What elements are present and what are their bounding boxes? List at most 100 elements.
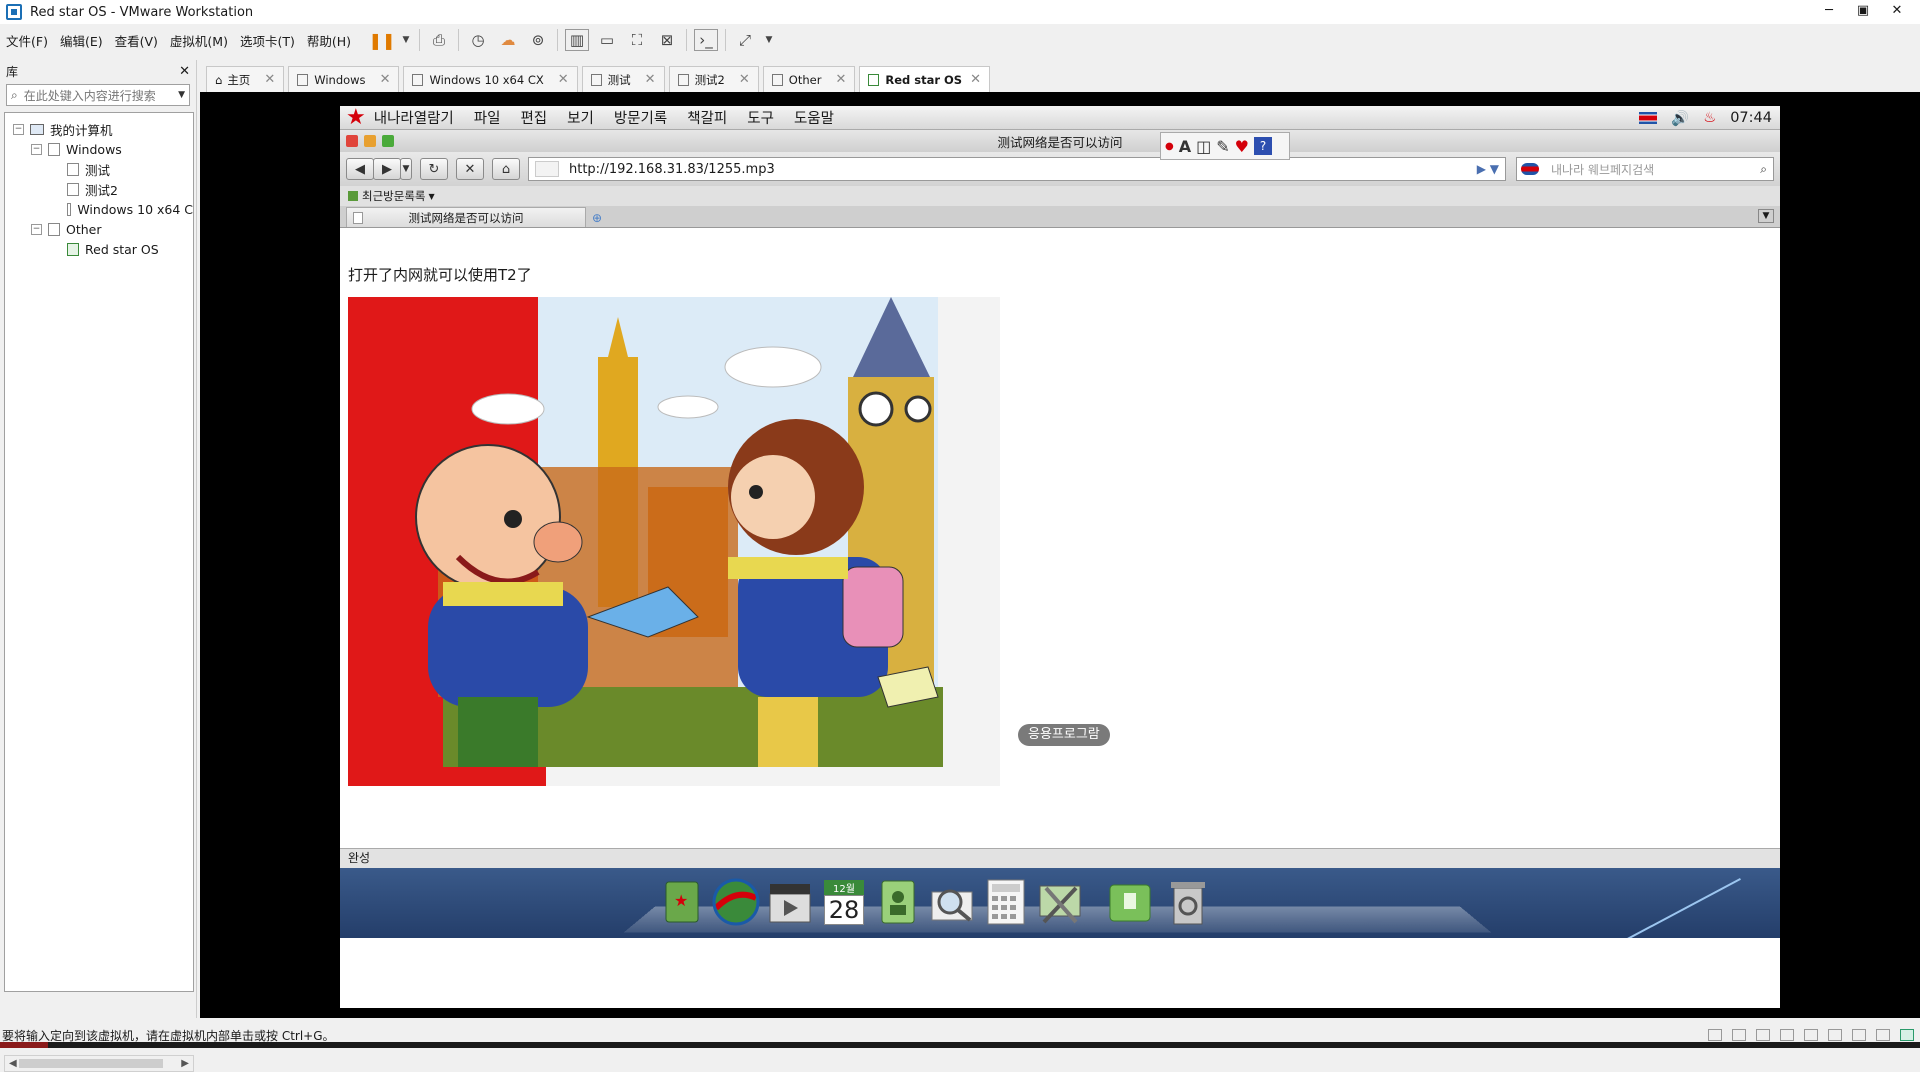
menu-tabs[interactable]: 选项卡(T): [234, 31, 301, 50]
menu-file[interactable]: 文件(F): [0, 31, 54, 50]
snapshot-manager-icon[interactable]: ⊚: [526, 29, 550, 51]
menu-vm[interactable]: 虚拟机(M): [164, 31, 234, 50]
browser-tab[interactable]: 测试网络是否可以访问: [346, 207, 586, 227]
network-adapter-icon[interactable]: [1756, 1029, 1770, 1041]
library-search-input[interactable]: ⌕ 在此处键入内容进行搜索 ▼: [6, 84, 190, 106]
guest-menu-file[interactable]: 파일: [474, 107, 501, 128]
stop-icon[interactable]: ✕: [456, 158, 484, 180]
tree-node-vm-test[interactable]: 测试: [5, 159, 193, 179]
dock-notebook-icon[interactable]: ★: [658, 876, 706, 928]
scroll-left-icon[interactable]: ◀: [9, 1058, 17, 1069]
ime-stamp-icon[interactable]: ♥: [1235, 137, 1249, 156]
ime-letter-a-icon[interactable]: A: [1179, 137, 1191, 156]
menu-view[interactable]: 查看(V): [109, 31, 164, 50]
dock-applications-icon[interactable]: [1106, 876, 1154, 928]
tab-close-icon[interactable]: ✕: [835, 72, 846, 87]
tab-close-icon[interactable]: ✕: [264, 72, 275, 87]
dock-media-player-icon[interactable]: [766, 876, 814, 928]
dock-calculator-icon[interactable]: [982, 876, 1030, 928]
guest-menu-browser[interactable]: 내나라열람기: [374, 107, 454, 128]
tab-test2[interactable]: 测试2 ✕: [668, 66, 759, 92]
guest-menu-view[interactable]: 보기: [567, 107, 594, 128]
close-icon[interactable]: ✕: [1880, 0, 1914, 24]
tab-close-icon[interactable]: ✕: [739, 72, 750, 87]
scroll-right-icon[interactable]: ▶: [181, 1058, 189, 1069]
full-screen-icon[interactable]: ⛶: [625, 29, 649, 51]
hard-disk-icon[interactable]: [1708, 1029, 1722, 1041]
vmware-tools-icon[interactable]: [1900, 1029, 1914, 1041]
back-icon[interactable]: ◀: [346, 158, 374, 180]
tab-other[interactable]: Other ✕: [762, 66, 856, 92]
cd-dvd-icon[interactable]: [1732, 1029, 1746, 1041]
tab-red-star-os[interactable]: Red star OS ✕: [859, 66, 990, 92]
tree-node-other-folder[interactable]: − Other: [5, 219, 193, 239]
dock-trash-icon[interactable]: [1164, 876, 1212, 928]
tab-home[interactable]: ⌂ 主页 ✕: [206, 66, 285, 92]
search-icon[interactable]: ⌕: [1760, 162, 1767, 177]
unity-icon[interactable]: ⊠: [655, 29, 679, 51]
tree-node-my-computer[interactable]: − 我的计算机: [5, 119, 193, 139]
vm-console[interactable]: ★ 내나라열람기 파일 편집 보기 방문기록 책갈피 도구 도움말 🔊 ♨ 07…: [200, 92, 1920, 1018]
red-star-icon[interactable]: ★: [346, 106, 366, 130]
snapshot-icon[interactable]: ◷: [466, 29, 490, 51]
maximize-icon[interactable]: ▣: [1846, 0, 1880, 24]
new-tab-icon[interactable]: ⊕: [592, 211, 602, 225]
ime-book-icon[interactable]: ◫: [1196, 137, 1211, 156]
chevron-down-icon[interactable]: ▼: [178, 90, 185, 100]
forward-icon[interactable]: ▶: [373, 158, 401, 180]
guest-menu-tools[interactable]: 도구: [747, 107, 774, 128]
pause-icon[interactable]: ❚❚: [369, 29, 396, 51]
recent-bookmarks-menu[interactable]: 최근방문록록: [362, 188, 425, 204]
send-ctrl-alt-del-icon[interactable]: ⎙: [427, 29, 451, 51]
display-icon[interactable]: [1852, 1029, 1866, 1041]
tab-close-icon[interactable]: ✕: [558, 72, 569, 87]
usb-icon[interactable]: [1828, 1029, 1842, 1041]
minimize-icon[interactable]: ─: [1812, 0, 1846, 24]
chevron-down-icon[interactable]: ▼: [428, 192, 434, 201]
show-thumbnail-icon[interactable]: ▭: [595, 29, 619, 51]
dock-calendar-icon[interactable]: 12월 28: [820, 876, 868, 928]
site-identity-icon[interactable]: [535, 161, 559, 177]
tree-node-vm-redstar[interactable]: Red star OS: [5, 239, 193, 259]
tree-node-vm-test2[interactable]: 测试2: [5, 179, 193, 199]
collapse-icon[interactable]: −: [13, 123, 24, 135]
library-horizontal-scrollbar[interactable]: ◀ ▶: [4, 1055, 194, 1072]
stretch-icon[interactable]: ⤢: [733, 29, 757, 51]
stretch-dropdown-icon[interactable]: ▼: [763, 29, 775, 51]
ime-pen-icon[interactable]: ✎: [1216, 137, 1229, 156]
go-icon[interactable]: ▶ ▼: [1477, 162, 1499, 176]
show-library-icon[interactable]: ▥: [565, 29, 590, 51]
library-close-icon[interactable]: ✕: [179, 64, 190, 79]
pause-dropdown-icon[interactable]: ▼: [400, 29, 412, 51]
message-log-icon[interactable]: [1876, 1029, 1890, 1041]
flame-icon[interactable]: ♨: [1703, 110, 1716, 126]
tab-close-icon[interactable]: ✕: [970, 72, 981, 87]
dock-system-tools-icon[interactable]: [1036, 876, 1084, 928]
console-icon[interactable]: ›_: [694, 29, 719, 51]
tab-close-icon[interactable]: ✕: [380, 72, 391, 87]
search-engine-icon[interactable]: [1521, 163, 1539, 175]
collapse-icon[interactable]: −: [31, 143, 42, 155]
guest-desktop[interactable]: ★ 내나라열람기 파일 편집 보기 방문기록 책갈피 도구 도움말 🔊 ♨ 07…: [340, 106, 1780, 1008]
dock-search-magnifier-icon[interactable]: [928, 876, 976, 928]
tab-list-icon[interactable]: ▼: [1758, 209, 1774, 223]
scrollbar-thumb[interactable]: [19, 1059, 163, 1068]
sound-card-icon[interactable]: [1804, 1029, 1818, 1041]
tree-node-windows-folder[interactable]: − Windows: [5, 139, 193, 159]
menu-edit[interactable]: 编辑(E): [54, 31, 109, 50]
guest-menu-history[interactable]: 방문기록: [614, 107, 667, 128]
printer-icon[interactable]: [1780, 1029, 1794, 1041]
history-dropdown-icon[interactable]: ▼: [400, 158, 412, 180]
revert-snapshot-icon[interactable]: ☁: [496, 29, 520, 51]
tab-test[interactable]: 测试 ✕: [581, 66, 665, 92]
tab-windows[interactable]: Windows ✕: [288, 66, 400, 92]
guest-menu-bookmarks[interactable]: 책갈피: [687, 107, 727, 128]
dock-contacts-icon[interactable]: [874, 876, 922, 928]
tab-windows-10[interactable]: Windows 10 x64 CX ✕: [403, 66, 578, 92]
reload-icon[interactable]: ↻: [420, 158, 448, 180]
guest-menu-help[interactable]: 도움말: [794, 107, 834, 128]
menu-help[interactable]: 帮助(H): [301, 31, 357, 50]
dock-browser-globe-icon[interactable]: [712, 876, 760, 928]
tab-close-icon[interactable]: ✕: [645, 72, 656, 87]
web-search-box[interactable]: 내나라 웨브페지검색 ⌕: [1516, 157, 1774, 181]
